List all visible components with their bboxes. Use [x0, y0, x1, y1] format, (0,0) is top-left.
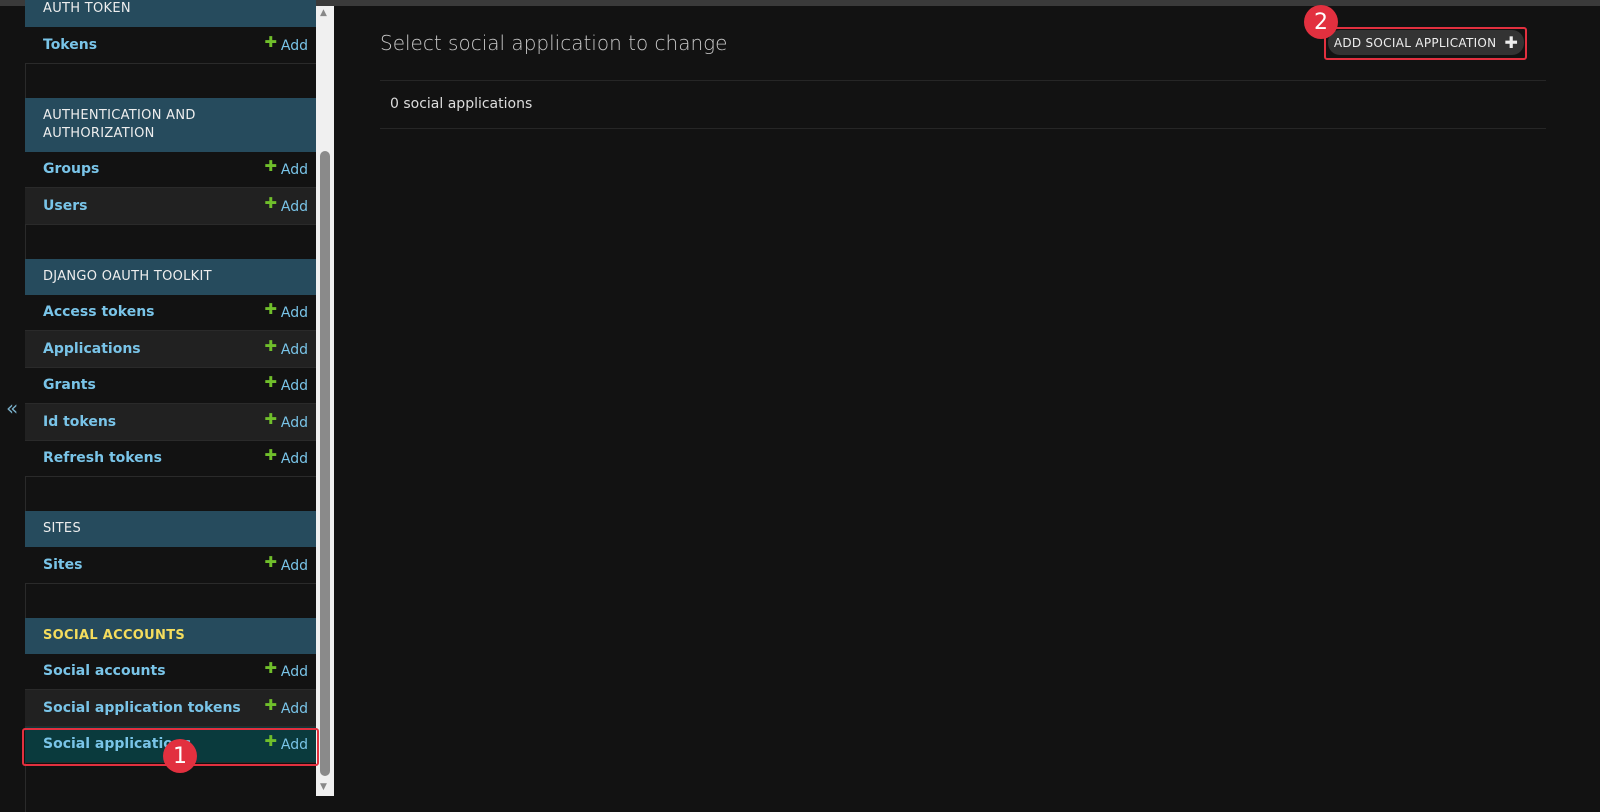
plus-icon: ✚ [264, 373, 277, 392]
sidebar-item-link[interactable]: Tokens [43, 37, 97, 53]
add-label: Add [280, 451, 308, 468]
admin-sidebar: AUTH TOKEN Tokens ✚ Add AUTHENTICATION AND A… [25, 0, 316, 763]
page-title: Select social application to change [380, 31, 728, 55]
sidebar-item-link[interactable]: Id tokens [43, 414, 116, 430]
plus-icon: ✚ [264, 695, 277, 714]
add-link[interactable]: ✚ Add [264, 659, 308, 681]
sidebar-item-link[interactable]: Refresh tokens [43, 450, 162, 466]
sidebar-item-link[interactable]: Grants [43, 377, 96, 393]
plus-icon: ✚ [264, 336, 277, 355]
add-link[interactable]: ✚ Add [264, 409, 308, 431]
sidebar-item-link[interactable]: Groups [43, 161, 99, 177]
sidebar-item-link[interactable]: Applications [43, 341, 141, 357]
add-label: Add [280, 37, 308, 54]
plus-icon: ✚ [264, 193, 277, 212]
plus-icon: ✚ [264, 300, 277, 319]
add-label: Add [280, 198, 308, 215]
add-link[interactable]: ✚ Add [264, 193, 308, 215]
add-label: Add [280, 162, 308, 179]
add-link[interactable]: ✚ Add [264, 157, 308, 179]
sidebar-item: Id tokens ✚ Add [25, 404, 316, 441]
annotation-highlight-2 [1324, 27, 1527, 60]
add-link[interactable]: ✚ Add [264, 552, 308, 574]
sidebar-item: Social accounts ✚ Add [25, 653, 316, 690]
annotation-badge-1: 1 [163, 739, 197, 773]
scroll-down-icon[interactable]: ▼ [320, 782, 327, 792]
sidebar-item: Applications ✚ Add [25, 331, 316, 368]
plus-icon: ✚ [264, 552, 277, 571]
plus-icon: ✚ [264, 157, 277, 176]
add-link[interactable]: ✚ Add [264, 446, 308, 468]
add-label: Add [280, 557, 308, 574]
add-link[interactable]: ✚ Add [264, 336, 308, 358]
add-link[interactable]: ✚ Add [264, 300, 308, 322]
scroll-up-icon[interactable]: ▲ [320, 8, 327, 18]
result-count: 0 social applications [390, 96, 533, 112]
add-link[interactable]: ✚ Add [264, 695, 308, 717]
add-label: Add [280, 305, 308, 322]
divider [380, 128, 1546, 129]
sidebar-item: Groups ✚ Add [25, 151, 316, 188]
plus-icon: ✚ [264, 659, 277, 678]
sidebar-item: Grants ✚ Add [25, 367, 316, 404]
add-link[interactable]: ✚ Add [264, 373, 308, 395]
section-header[interactable]: AUTH TOKEN [25, 0, 316, 27]
sidebar-item-link[interactable]: Sites [43, 557, 82, 573]
sidebar-item: Users ✚ Add [25, 188, 316, 225]
sidebar-item: Social application tokens ✚ Add [25, 690, 316, 727]
sidebar-item-link[interactable]: Social accounts [43, 663, 166, 679]
add-label: Add [280, 378, 308, 395]
sidebar-toggle-strip: « [0, 6, 26, 812]
add-label: Add [280, 700, 308, 717]
divider [380, 80, 1546, 81]
sidebar-item: Sites ✚ Add [25, 547, 316, 584]
add-label: Add [280, 341, 308, 358]
sidebar-item-link[interactable]: Users [43, 198, 87, 214]
plus-icon: ✚ [264, 32, 277, 51]
plus-icon: ✚ [264, 409, 277, 428]
sidebar-scrollbar[interactable]: ▲ ▼ [316, 6, 334, 796]
collapse-sidebar-icon[interactable]: « [6, 396, 18, 420]
add-label: Add [280, 664, 308, 681]
section-header[interactable]: SOCIAL ACCOUNTS [25, 617, 316, 654]
sidebar-item: Access tokens ✚ Add [25, 294, 316, 331]
annotation-badge-2: 2 [1304, 5, 1338, 39]
scrollbar-thumb[interactable] [320, 151, 330, 776]
sidebar-item: Refresh tokens ✚ Add [25, 440, 316, 477]
sidebar-item-link[interactable]: Access tokens [43, 304, 155, 320]
section-header[interactable]: SITES [25, 511, 316, 547]
section-header[interactable]: AUTHENTICATION AND AUTHORIZATION [25, 97, 316, 152]
sidebar-item: Tokens ✚ Add [25, 27, 316, 64]
section-header[interactable]: DJANGO OAUTH TOOLKIT [25, 258, 316, 295]
plus-icon: ✚ [264, 446, 277, 465]
add-label: Add [280, 414, 308, 431]
add-link[interactable]: ✚ Add [264, 32, 308, 54]
sidebar-item-link[interactable]: Social application tokens [43, 700, 241, 716]
